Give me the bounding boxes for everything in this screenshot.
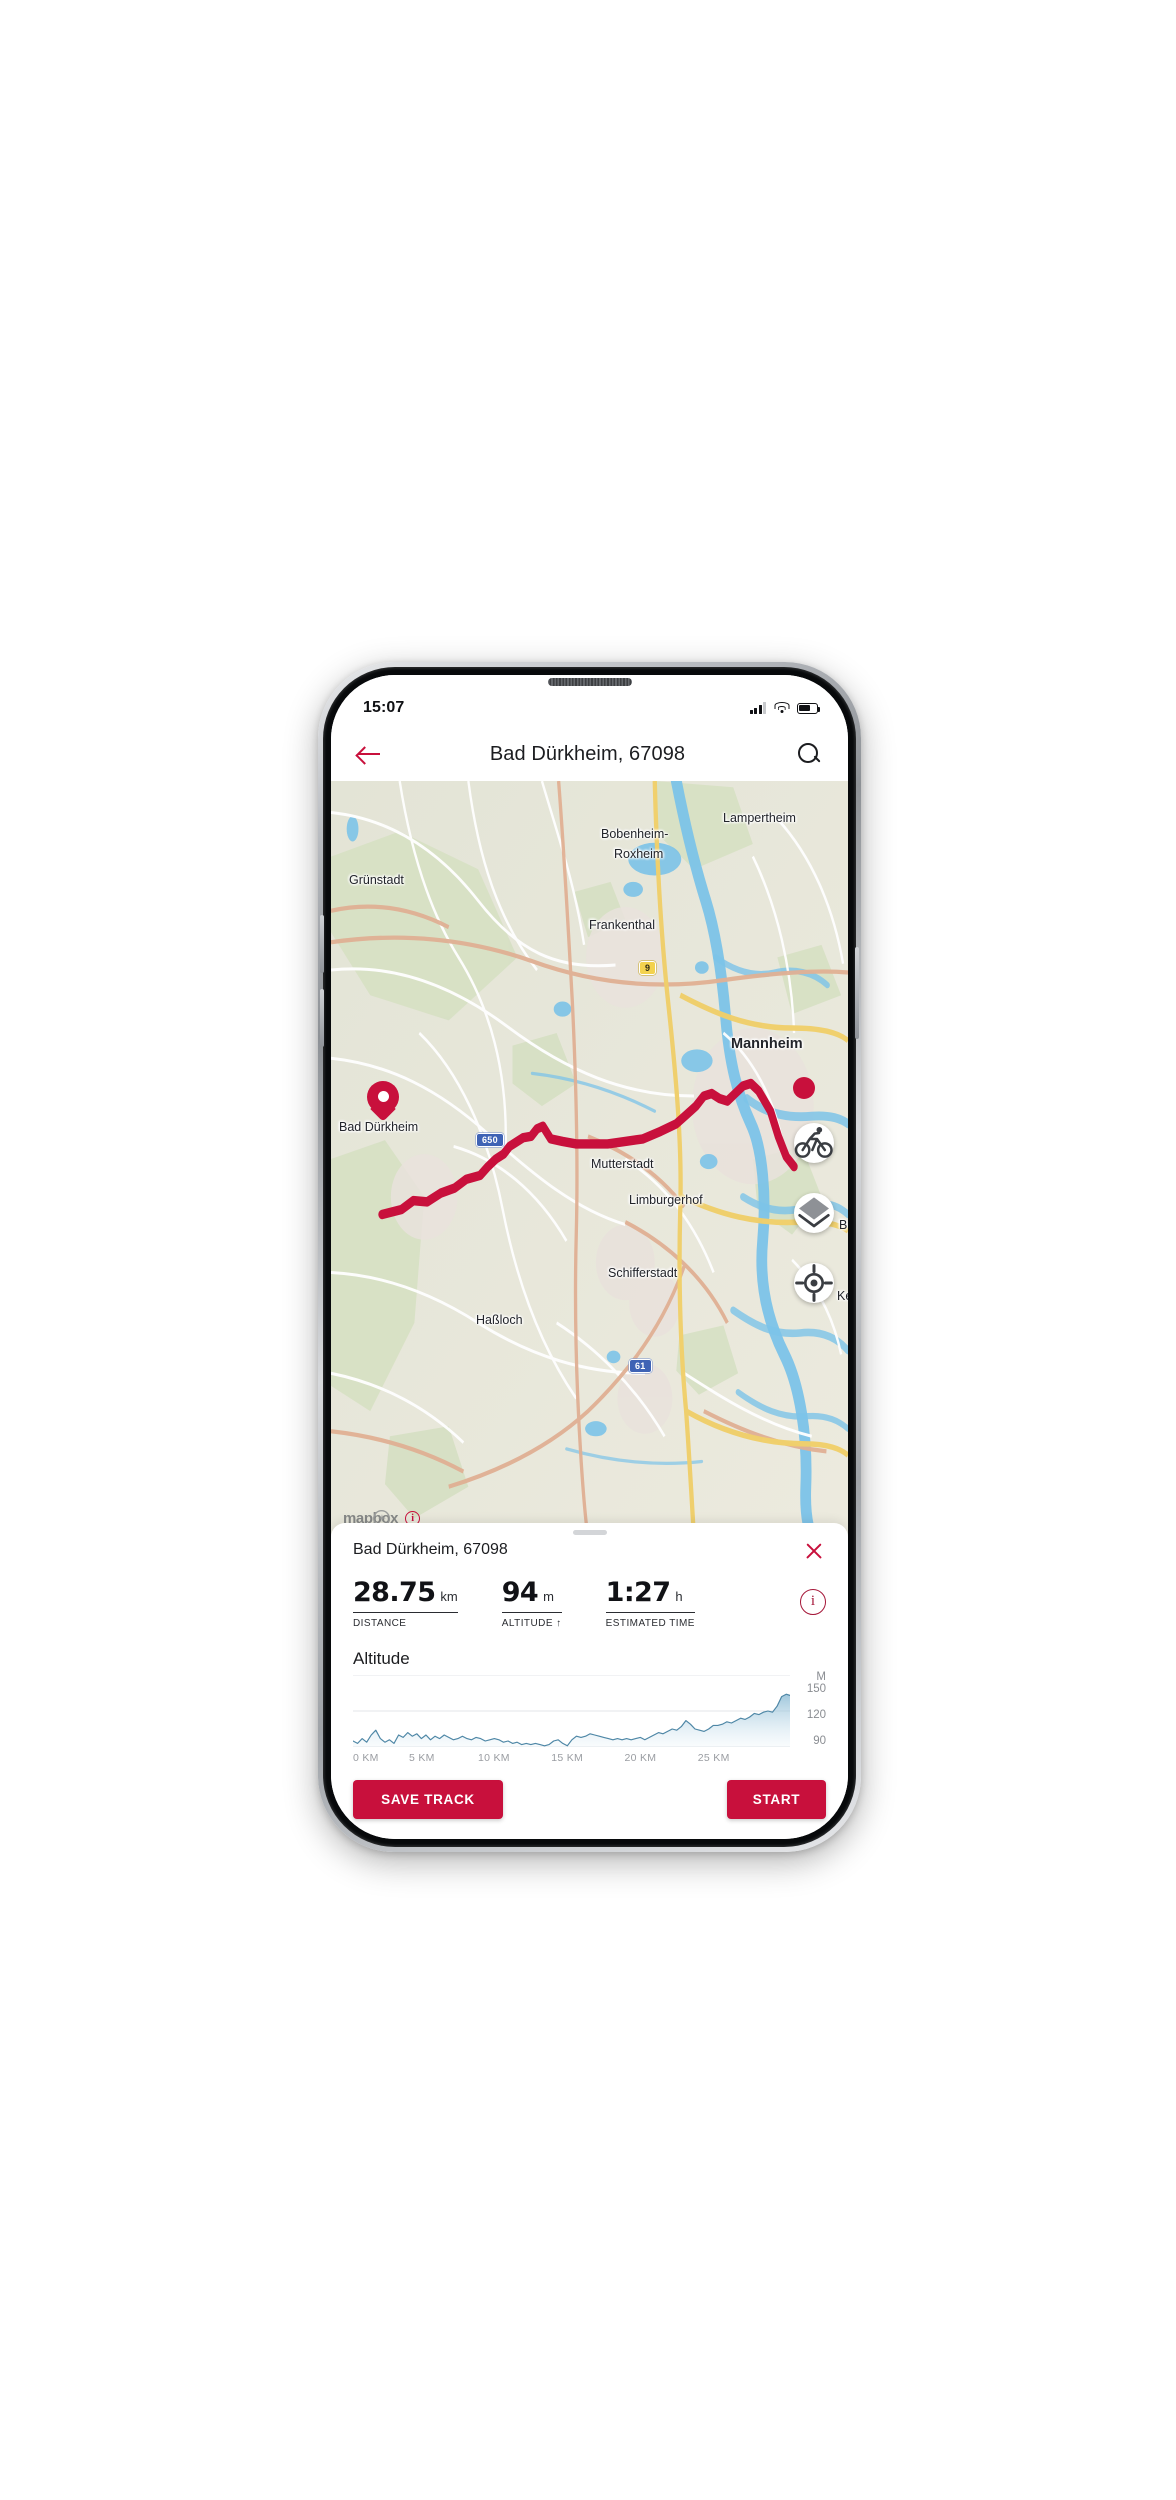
earpiece-speaker [547,678,632,686]
wifi-icon [774,702,789,714]
stat-unit: km [440,1588,458,1604]
phone-device-frame: 15:07 Bad Dürkheim, 67098 Lampertheim Bo… [318,662,861,1852]
info-icon[interactable]: i [800,1588,826,1615]
stat-value: 94 [501,1576,539,1608]
y-axis-tick: 120 [806,1709,826,1721]
stat-underline [501,1611,562,1613]
stat-label: ESTIMATED TIME [605,1618,695,1629]
altitude-chart: M 150 120 90 [353,1671,826,1747]
battery-icon [797,702,821,714]
stat-label: ALTITUDE ↑ [501,1618,562,1629]
stat-unit: m [543,1588,554,1604]
bike-mode-button[interactable] [794,1123,834,1163]
sheet-header: Bad Dürkheim, 67098 [353,1541,826,1563]
sheet-actions: SAVE TRACK START [353,1780,826,1839]
stat-distance: 28.75 km DISTANCE [353,1577,458,1629]
sheet-title: Bad Dürkheim, 67098 [353,1540,508,1558]
x-axis-tick: 10 KM [477,1752,510,1764]
start-location-pin[interactable] [367,1081,399,1123]
phone-screen: 15:07 Bad Dürkheim, 67098 Lampertheim Bo… [331,675,848,1839]
altitude-chart-plot [353,1675,790,1747]
volume-up-button[interactable] [320,915,324,973]
status-bar-icons [750,702,821,714]
map-layers-button[interactable] [794,1193,834,1233]
stat-altitude: 94 m ALTITUDE ↑ [501,1576,562,1629]
phone-bezel: 15:07 Bad Dürkheim, 67098 Lampertheim Bo… [320,667,859,1847]
stat-estimated-time: 1:27 h ESTIMATED TIME [605,1576,695,1629]
stat-unit: h [675,1588,683,1604]
close-icon[interactable] [802,1539,826,1563]
layers-icon [798,1197,830,1228]
route-detail-sheet: Bad Dürkheim, 67098 28.75 km DISTANCE 94… [331,1523,848,1839]
volume-down-button[interactable] [320,989,324,1047]
stat-underline [353,1611,458,1613]
map-tiles [331,781,848,1538]
x-axis-tick: 25 KM [697,1752,730,1764]
back-arrow-icon[interactable] [355,740,383,768]
bicycle-icon [794,1127,833,1158]
end-location-dot[interactable] [793,1077,815,1099]
page-title: Bad Dürkheim, 67098 [489,742,686,765]
status-bar-clock: 15:07 [363,699,405,716]
stat-value: 28.75 [353,1576,436,1608]
altitude-heading: Altitude [353,1649,410,1668]
altitude-chart-svg [353,1675,790,1747]
y-axis-tick: 90 [813,1735,826,1747]
start-button[interactable]: START [727,1780,826,1819]
road-shield: 9 [639,961,657,975]
road-shield: 650 [476,1133,504,1147]
altitude-y-axis: M 150 120 90 [790,1671,826,1747]
altitude-x-axis: 0 KM 5 KM 10 KM 15 KM 20 KM 25 KM [353,1752,826,1764]
search-icon[interactable] [796,741,822,767]
power-button[interactable] [855,947,859,1039]
y-axis-tick: 150 [806,1683,826,1695]
locate-me-button[interactable] [794,1263,834,1303]
x-axis-tick: 15 KM [551,1752,584,1764]
y-axis-unit: M [816,1671,826,1683]
map-view[interactable]: Lampertheim Bobenheim- Roxheim Grünstadt… [331,781,848,1538]
app-bar: Bad Dürkheim, 67098 [331,727,848,781]
stats-info-wrap: i [800,1588,826,1615]
route-stats: 28.75 km DISTANCE 94 m ALTITUDE ↑ 1:27 h… [353,1577,826,1629]
crosshair-icon [795,1264,833,1302]
signal-bars-icon [750,702,766,714]
stat-underline [605,1611,695,1613]
x-axis-tick: 0 KM [353,1752,379,1764]
x-axis-tick: 5 KM [409,1752,435,1764]
sheet-grabber[interactable] [572,1530,607,1535]
stat-label: DISTANCE [353,1618,407,1629]
road-shield: 61 [629,1359,652,1373]
stat-value: 1:27 [605,1576,671,1608]
x-axis-tick: 20 KM [624,1752,657,1764]
save-track-button[interactable]: SAVE TRACK [353,1780,503,1819]
screenshot-canvas: 15:07 Bad Dürkheim, 67098 Lampertheim Bo… [0,0,1176,2500]
